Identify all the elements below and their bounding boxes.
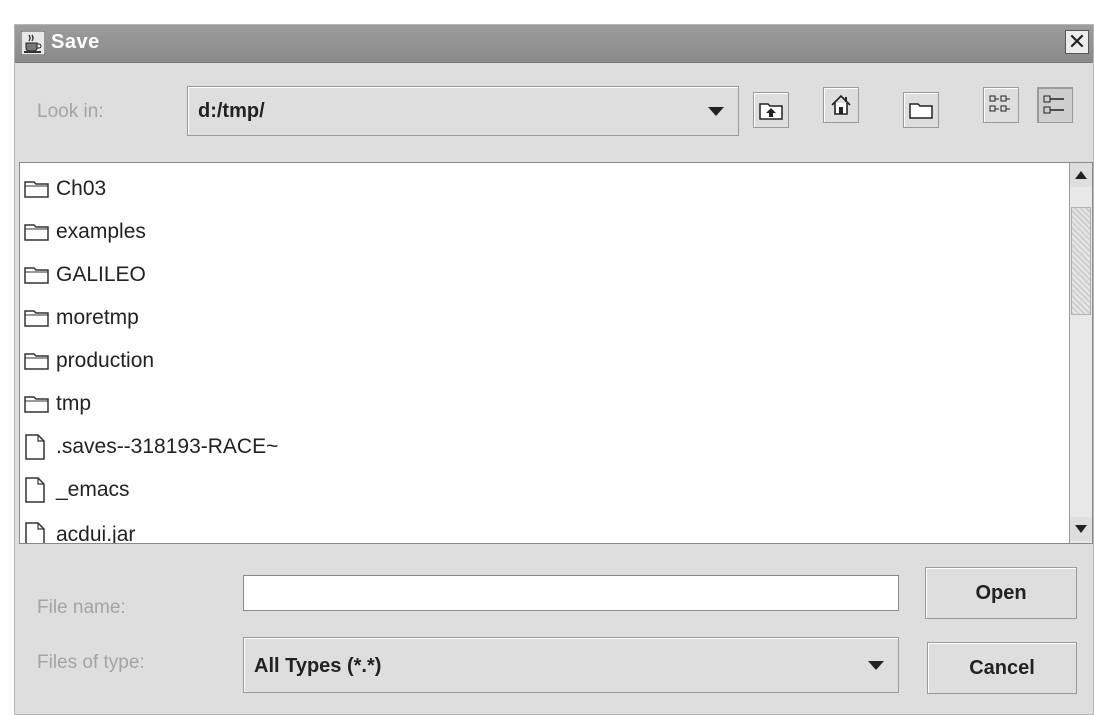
file-list[interactable]: Ch03 examples GALILEO moretmp production…	[19, 162, 1093, 544]
file-name-label: File name:	[37, 597, 126, 618]
chevron-down-icon	[708, 107, 724, 116]
file-name: tmp	[56, 392, 92, 415]
scroll-up-button[interactable]	[1070, 163, 1092, 187]
list-item[interactable]: acdui.jar	[24, 515, 136, 544]
arrow-up-icon	[1075, 171, 1087, 179]
file-name: GALILEO	[56, 263, 146, 286]
file-icon	[25, 434, 45, 460]
file-name: _emacs	[56, 478, 130, 501]
up-folder-icon	[759, 103, 783, 120]
save-dialog: Save ✕ Look in: d:/tmp/ Ch03 examples GA…	[14, 24, 1094, 715]
folder-icon	[24, 224, 49, 241]
open-button[interactable]: Open	[925, 567, 1077, 619]
scroll-thumb[interactable]	[1071, 207, 1091, 315]
look-in-label: Look in:	[37, 101, 104, 122]
home-icon	[831, 94, 851, 115]
file-icon	[25, 522, 45, 543]
chevron-down-icon	[868, 661, 884, 670]
look-in-combo[interactable]: d:/tmp/	[187, 86, 739, 136]
file-name: moretmp	[56, 306, 139, 329]
arrow-down-icon	[1075, 525, 1087, 533]
window-title: Save	[51, 31, 100, 53]
close-button[interactable]: ✕	[1065, 30, 1089, 54]
files-of-type-combo[interactable]: All Types (*.*)	[243, 637, 899, 693]
folder-icon	[24, 181, 49, 198]
file-name: Ch03	[56, 177, 107, 200]
files-of-type-label: Files of type:	[37, 652, 145, 673]
list-item[interactable]: _emacs	[24, 470, 130, 510]
new-folder-button[interactable]	[903, 92, 939, 128]
cancel-button[interactable]: Cancel	[927, 642, 1077, 694]
files-of-type-value: All Types (*.*)	[254, 655, 382, 677]
details-view-button[interactable]	[1037, 87, 1073, 123]
file-name: .saves--318193-RACE~	[56, 435, 279, 458]
file-name: production	[56, 349, 155, 372]
java-cup-icon	[21, 31, 45, 55]
title-bar[interactable]: Save ✕	[15, 25, 1093, 63]
list-item[interactable]: moretmp	[24, 298, 139, 338]
look-in-value: d:/tmp/	[198, 100, 265, 122]
list-view-button[interactable]	[983, 87, 1019, 123]
file-name: acdui.jar	[56, 523, 136, 544]
folder-icon	[24, 396, 49, 413]
list-item[interactable]: tmp	[24, 384, 91, 424]
list-item[interactable]: examples	[24, 212, 146, 252]
file-icon	[25, 477, 45, 503]
list-item[interactable]: Ch03	[24, 169, 106, 209]
up-folder-button[interactable]	[753, 92, 789, 128]
scroll-down-button[interactable]	[1070, 517, 1092, 541]
folder-icon	[24, 267, 49, 284]
list-view-icon	[989, 95, 1010, 112]
home-button[interactable]	[823, 87, 859, 123]
list-item[interactable]: production	[24, 341, 154, 381]
new-folder-icon	[909, 103, 933, 119]
details-view-icon	[1043, 95, 1064, 114]
list-item[interactable]: GALILEO	[24, 255, 146, 295]
vertical-scrollbar[interactable]	[1069, 163, 1092, 543]
file-name: examples	[56, 220, 146, 243]
folder-icon	[24, 310, 49, 327]
list-item[interactable]: .saves--318193-RACE~	[24, 427, 278, 467]
file-name-input[interactable]	[243, 575, 899, 611]
folder-icon	[24, 353, 49, 370]
